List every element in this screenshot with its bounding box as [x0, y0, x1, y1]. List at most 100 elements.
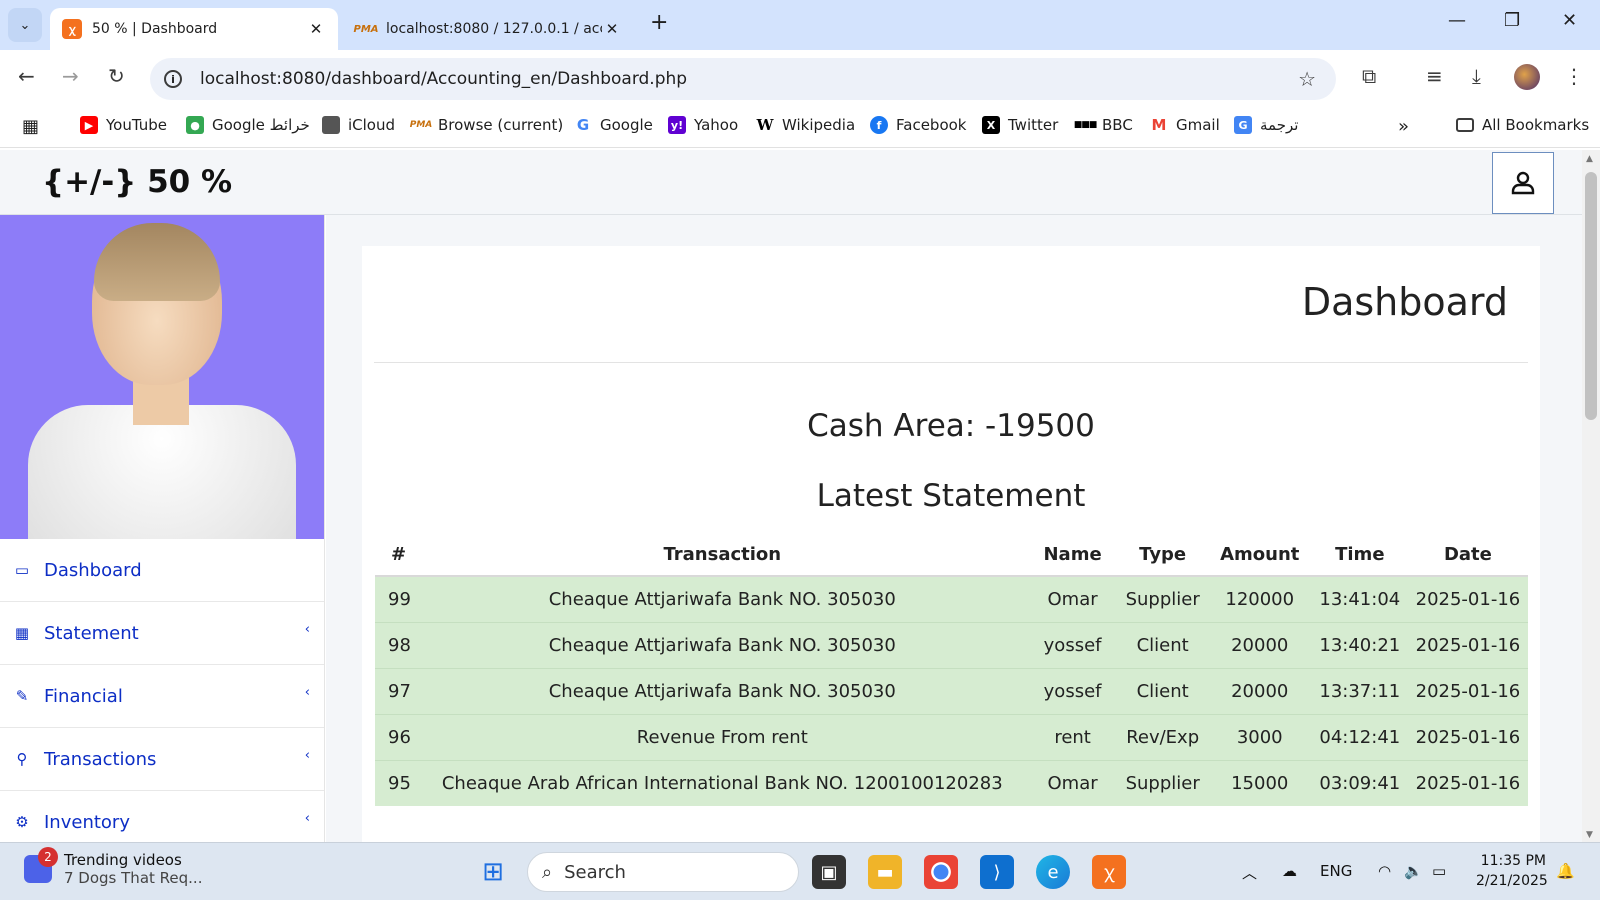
windows-start-icon[interactable]: ⊞ — [476, 855, 510, 889]
cell-type: Rev/Exp — [1117, 713, 1208, 760]
onedrive-icon[interactable]: ☁ — [1282, 862, 1297, 880]
user-menu-button[interactable] — [1492, 152, 1554, 214]
news-subtitle: 7 Dogs That Req... — [64, 869, 203, 887]
tab-title: 50 % | Dashboard — [92, 21, 218, 37]
tab-title: localhost:8080 / 127.0.0.1 / acc — [386, 21, 602, 37]
media-control-icon[interactable]: ≡ — [1426, 64, 1443, 88]
sidebar-item-dashboard[interactable]: ▭ Dashboard — [0, 539, 324, 602]
bookmark-yahoo[interactable]: y! Yahoo — [668, 116, 738, 134]
cell-amount: 20000 — [1207, 667, 1312, 714]
cell-date: 2025-01-16 — [1407, 575, 1528, 622]
extensions-icon[interactable]: ⧉ — [1362, 64, 1376, 88]
page-scrollbar[interactable]: ▲ ▼ — [1582, 150, 1600, 842]
avatar-shirt — [28, 405, 296, 539]
edge-icon[interactable]: e — [1036, 855, 1070, 889]
restore-icon[interactable]: ❐ — [1504, 10, 1520, 31]
chrome-icon[interactable] — [924, 855, 958, 889]
close-tab-icon[interactable]: ✕ — [306, 20, 326, 38]
file-explorer-icon[interactable]: ▬ — [868, 855, 902, 889]
news-title: Trending videos — [64, 851, 182, 869]
all-bookmarks[interactable]: All Bookmarks — [1456, 116, 1589, 134]
language-indicator[interactable]: ENG — [1320, 862, 1352, 880]
tab-phpmyadmin[interactable]: PMA localhost:8080 / 127.0.0.1 / acc ✕ — [344, 8, 634, 50]
cell-transaction: Cheaque Attjariwafa Bank NO. 305030 — [417, 667, 1028, 714]
facebook-icon: f — [870, 116, 888, 134]
gear-icon: ⚙ — [15, 813, 29, 831]
col-header-type: Type — [1117, 534, 1208, 577]
search-placeholder: Search — [564, 861, 626, 883]
bookmark-bbc[interactable]: ■■■ BBC — [1074, 116, 1133, 134]
system-clock[interactable]: 11:35 PM 2/21/2025 — [1476, 851, 1548, 891]
chevron-left-icon: ‹ — [304, 748, 310, 763]
sidebar-item-financial[interactable]: ✎ Financial ‹ — [0, 665, 324, 728]
cell-name: yossef — [1027, 621, 1118, 668]
sitemap-icon: ⚲ — [16, 750, 28, 768]
folder-icon — [1456, 118, 1474, 132]
bookmark-gmail[interactable]: M Gmail — [1150, 116, 1220, 134]
close-tab-icon[interactable]: ✕ — [602, 20, 622, 38]
tab-search-button[interactable]: ⌄ — [8, 8, 42, 42]
sidebar-item-label: Financial — [44, 685, 123, 707]
taskbar-search[interactable]: ⌕ Search — [527, 852, 799, 892]
bookmark-label: Gmail — [1176, 116, 1220, 134]
cell-type: Client — [1117, 667, 1208, 714]
app-brand[interactable]: {+/-} 50 % — [42, 164, 232, 200]
more-bookmarks-icon[interactable]: » — [1398, 116, 1409, 137]
bookmark-facebook[interactable]: f Facebook — [870, 116, 966, 134]
new-tab-icon[interactable]: + — [650, 10, 668, 35]
sidebar-item-label: Inventory — [44, 811, 130, 833]
chevron-left-icon: ‹ — [304, 685, 310, 700]
news-widget[interactable]: 2 Trending videos 7 Dogs That Req... — [24, 847, 203, 887]
bookmarks-bar: ▦ ▶ YouTube ● Google خرائط iCloud PMA Brows… — [0, 104, 1600, 148]
bookmark-google[interactable]: G Google — [574, 116, 653, 134]
bookmark-label: BBC — [1102, 116, 1133, 134]
bookmark-twitter[interactable]: X Twitter — [982, 116, 1058, 134]
xampp-icon: ꭓ — [62, 19, 82, 39]
bookmark-icloud[interactable]: iCloud — [322, 116, 395, 134]
windows-taskbar: 2 Trending videos 7 Dogs That Req... ⊞ ⌕… — [0, 842, 1600, 900]
yahoo-icon: y! — [668, 116, 686, 134]
address-bar[interactable]: i localhost:8080/dashboard/Accounting_en… — [150, 58, 1336, 100]
bookmark-browse[interactable]: PMA Browse (current) — [410, 116, 563, 134]
vscode-icon[interactable]: ⟩ — [980, 855, 1014, 889]
reload-icon[interactable]: ↻ — [108, 64, 125, 88]
download-icon[interactable]: ⤓ — [1472, 64, 1481, 88]
battery-icon[interactable]: ▭ — [1432, 862, 1446, 880]
cell-amount: 3000 — [1207, 713, 1312, 760]
bookmark-translate[interactable]: G ترجمة — [1234, 116, 1298, 134]
scroll-up-icon[interactable]: ▲ — [1586, 154, 1593, 164]
minimize-icon[interactable]: — — [1448, 10, 1466, 31]
bookmark-maps[interactable]: ● Google خرائط — [186, 116, 310, 134]
google-icon: G — [576, 116, 590, 134]
back-arrow-icon[interactable]: ← — [18, 64, 35, 88]
wifi-icon[interactable]: ◠ — [1378, 862, 1391, 880]
statement-table: # Transaction Name Type Amount Time Date… — [375, 534, 1528, 806]
cell-type: Supplier — [1117, 759, 1208, 806]
sidebar-item-inventory[interactable]: ⚙ Inventory ‹ — [0, 791, 324, 842]
x-icon: X — [982, 116, 1000, 134]
bookmark-label: iCloud — [348, 116, 396, 134]
notifications-icon[interactable]: 🔔 — [1556, 862, 1575, 880]
profile-avatar-icon[interactable] — [1514, 64, 1540, 90]
bookmark-wikipedia[interactable]: W Wikipedia — [756, 116, 856, 134]
sidebar-item-statement[interactable]: ▦ Statement ‹ — [0, 602, 324, 665]
bookmark-youtube[interactable]: ▶ YouTube — [80, 116, 167, 134]
sidebar-item-transactions[interactable]: ⚲ Transactions ‹ — [0, 728, 324, 791]
menu-kebab-icon[interactable]: ⋮ — [1564, 64, 1584, 88]
tab-dashboard[interactable]: ꭓ 50 % | Dashboard ✕ — [50, 8, 338, 50]
cell-type: Supplier — [1117, 575, 1208, 622]
clock-time: 11:35 PM — [1480, 853, 1546, 869]
close-window-icon[interactable]: ✕ — [1562, 10, 1577, 31]
cell-date: 2025-01-16 — [1407, 667, 1528, 714]
bookmark-star-icon[interactable]: ☆ — [1298, 67, 1316, 91]
cell-transaction: Cheaque Attjariwafa Bank NO. 305030 — [417, 621, 1028, 668]
site-info-icon[interactable]: i — [164, 70, 182, 88]
task-view-icon[interactable]: ▣ — [812, 855, 846, 889]
apps-grid-icon[interactable]: ▦ — [22, 116, 39, 137]
volume-icon[interactable]: 🔈 — [1404, 862, 1423, 880]
forward-arrow-icon[interactable]: → — [62, 64, 79, 88]
chevron-up-icon[interactable]: ︿ — [1242, 862, 1257, 883]
scrollbar-thumb[interactable] — [1585, 172, 1597, 420]
scroll-down-icon[interactable]: ▼ — [1586, 830, 1593, 840]
xampp-taskbar-icon[interactable]: ꭓ — [1092, 855, 1126, 889]
